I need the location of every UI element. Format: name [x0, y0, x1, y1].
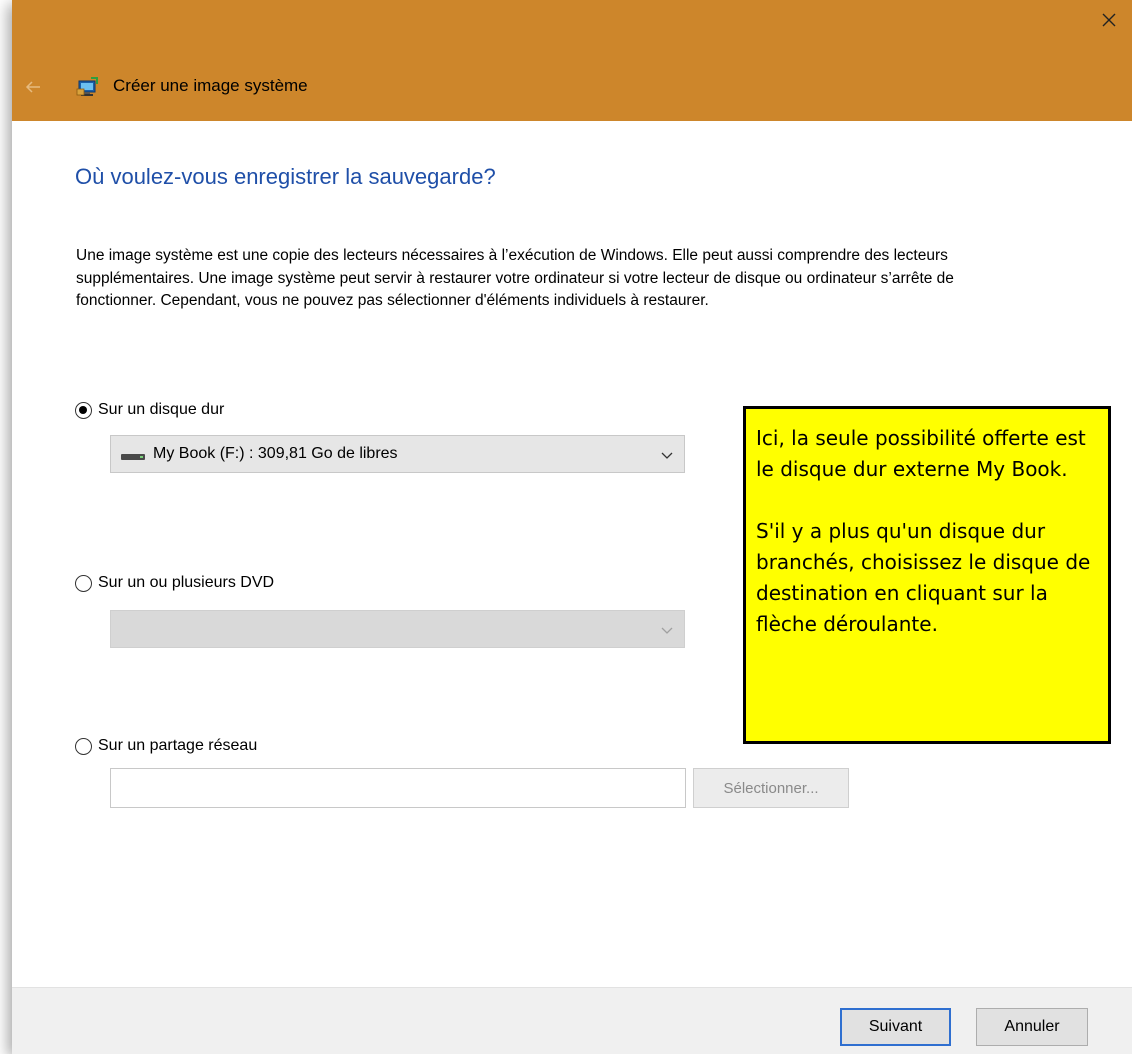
radio-label-network: Sur un partage réseau: [98, 737, 258, 754]
select-network-button[interactable]: Sélectionner...: [693, 768, 849, 808]
chevron-down-icon: [661, 452, 673, 459]
radio-hard-disk[interactable]: Sur un disque dur: [75, 401, 224, 419]
title-bar: Créer une image système: [12, 0, 1132, 121]
network-path-input[interactable]: [110, 768, 686, 808]
window-title: Créer une image système: [113, 76, 308, 95]
radio-network[interactable]: Sur un partage réseau: [75, 737, 257, 755]
page-description: Une image système est une copie des lect…: [76, 247, 954, 309]
drive-icon: [121, 454, 145, 460]
back-button[interactable]: [20, 74, 46, 100]
next-button[interactable]: Suivant: [840, 1008, 951, 1046]
radio-dvd[interactable]: Sur un ou plusieurs DVD: [75, 574, 274, 592]
annotation-note: Ici, la seule possibilité offerte est le…: [743, 406, 1111, 744]
radio-label-dvd: Sur un ou plusieurs DVD: [98, 574, 275, 591]
system-image-icon: [76, 77, 98, 96]
radio-button-hard-disk[interactable]: [75, 401, 92, 419]
radio-button-dvd[interactable]: [75, 574, 92, 592]
chevron-down-icon: [661, 627, 673, 634]
back-arrow-icon: [25, 81, 40, 93]
dialog-footer: Suivant Annuler: [12, 987, 1132, 1054]
dialog-window: Créer une image système Où voulez-vous e…: [12, 0, 1132, 1054]
note-paragraph-2: S'il y a plus qu'un disque dur branchés,…: [756, 519, 1091, 636]
close-icon: [1102, 13, 1116, 27]
page-heading: Où voulez-vous enregistrer la sauvegarde…: [75, 164, 496, 189]
hard-disk-dropdown[interactable]: My Book (F:) : 309,81 Go de libres: [110, 435, 685, 473]
dvd-dropdown: [110, 610, 685, 648]
radio-button-network[interactable]: [75, 737, 92, 755]
close-button[interactable]: [1086, 0, 1132, 40]
note-paragraph-1: Ici, la seule possibilité offerte est le…: [756, 426, 1086, 481]
hard-disk-dropdown-value: My Book (F:) : 309,81 Go de libres: [153, 445, 398, 462]
radio-label-hard-disk: Sur un disque dur: [98, 401, 225, 418]
cancel-button[interactable]: Annuler: [976, 1008, 1088, 1046]
